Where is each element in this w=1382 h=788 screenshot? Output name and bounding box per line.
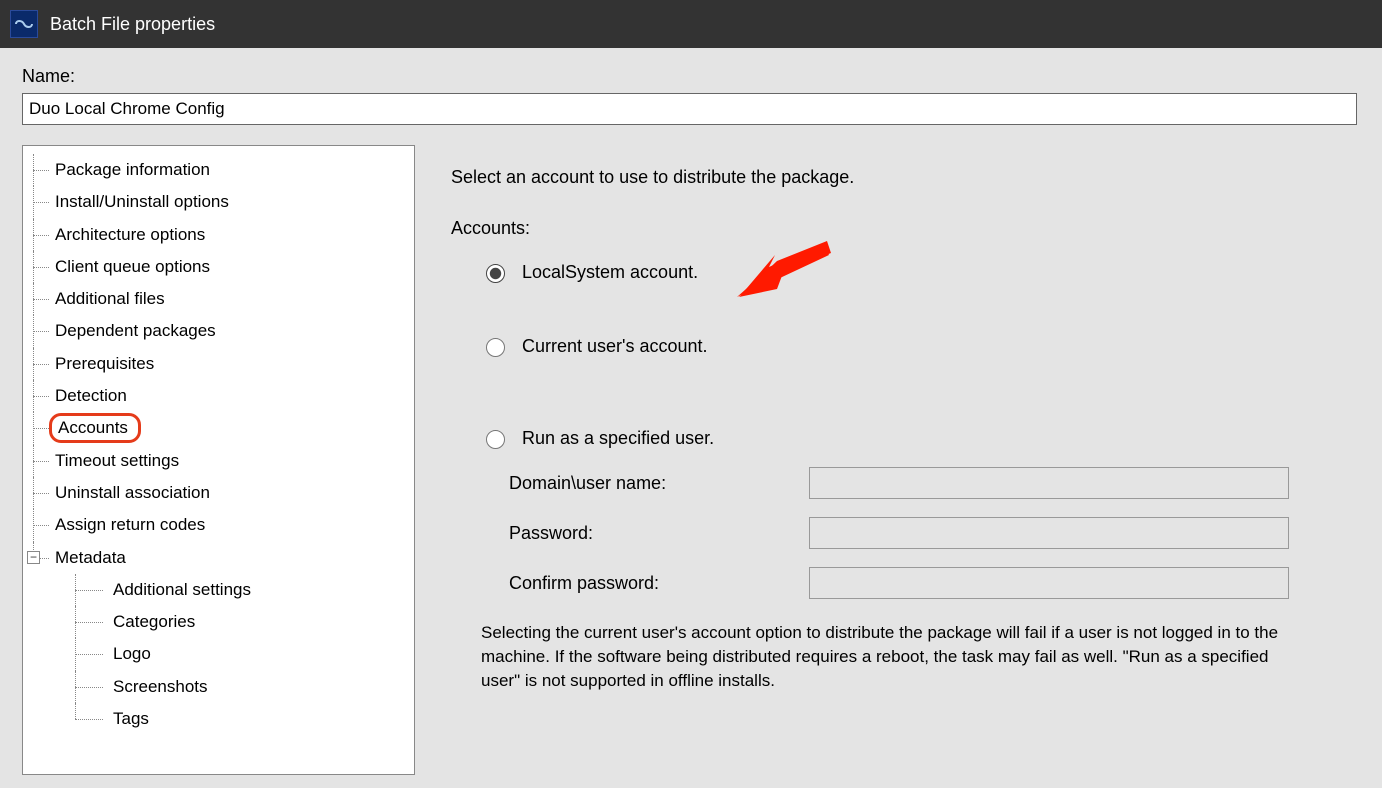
accounts-pane: Select an account to use to distribute t…: [451, 145, 1360, 692]
tree-item-package-information[interactable]: Package information: [55, 160, 210, 179]
field-confirm-row: Confirm password:: [509, 567, 1360, 599]
title-bar: Batch File properties: [0, 0, 1382, 48]
help-text: Selecting the current user's account opt…: [481, 621, 1311, 692]
nav-tree: Package information Install/Uninstall op…: [22, 145, 415, 775]
tree-item-accounts[interactable]: Accounts: [49, 413, 141, 443]
tree-item-install-uninstall-options[interactable]: Install/Uninstall options: [55, 192, 229, 211]
tree-item-dependent-packages[interactable]: Dependent packages: [55, 321, 216, 340]
dialog-body: Name: Package information Install/Uninst…: [0, 48, 1382, 775]
confirm-password-input[interactable]: [809, 567, 1289, 599]
tree-item-categories[interactable]: Categories: [113, 612, 195, 631]
radio-localsystem[interactable]: [486, 264, 505, 283]
name-input[interactable]: [22, 93, 1357, 125]
tree-item-additional-settings[interactable]: Additional settings: [113, 580, 251, 599]
field-password-row: Password:: [509, 517, 1360, 549]
name-label: Name:: [22, 66, 1360, 87]
radio-specified[interactable]: [486, 430, 505, 449]
tree-item-detection[interactable]: Detection: [55, 386, 127, 405]
field-password-label: Password:: [509, 523, 809, 544]
window-title: Batch File properties: [50, 14, 215, 35]
pane-instruction: Select an account to use to distribute t…: [451, 167, 1360, 188]
field-domain-row: Domain\user name:: [509, 467, 1360, 499]
field-confirm-label: Confirm password:: [509, 573, 809, 594]
radio-specified-row: Run as a specified user.: [481, 427, 1360, 449]
radio-currentuser-row: Current user's account.: [481, 335, 1360, 357]
radio-localsystem-row: LocalSystem account.: [481, 261, 1360, 283]
radio-currentuser[interactable]: [486, 338, 505, 357]
tree-item-timeout-settings[interactable]: Timeout settings: [55, 451, 179, 470]
password-input[interactable]: [809, 517, 1289, 549]
tree-item-assign-return-codes[interactable]: Assign return codes: [55, 515, 205, 534]
tree-item-uninstall-association[interactable]: Uninstall association: [55, 483, 210, 502]
tree-item-tags[interactable]: Tags: [113, 709, 149, 728]
tree-item-prerequisites[interactable]: Prerequisites: [55, 354, 154, 373]
tree-item-additional-files[interactable]: Additional files: [55, 289, 165, 308]
tree-item-architecture-options[interactable]: Architecture options: [55, 225, 205, 244]
cloud-loop-icon: [13, 17, 35, 31]
tree-item-client-queue-options[interactable]: Client queue options: [55, 257, 210, 276]
domain-user-input[interactable]: [809, 467, 1289, 499]
radio-currentuser-label: Current user's account.: [522, 336, 708, 357]
tree-item-metadata[interactable]: Metadata: [55, 548, 126, 567]
app-icon: [10, 10, 38, 38]
tree-item-logo[interactable]: Logo: [113, 644, 151, 663]
tree-item-screenshots[interactable]: Screenshots: [113, 677, 208, 696]
tree-expander-metadata[interactable]: −: [27, 551, 40, 564]
radio-localsystem-label: LocalSystem account.: [522, 262, 698, 283]
accounts-label: Accounts:: [451, 218, 1360, 239]
field-domain-label: Domain\user name:: [509, 473, 809, 494]
radio-specified-label: Run as a specified user.: [522, 428, 714, 449]
